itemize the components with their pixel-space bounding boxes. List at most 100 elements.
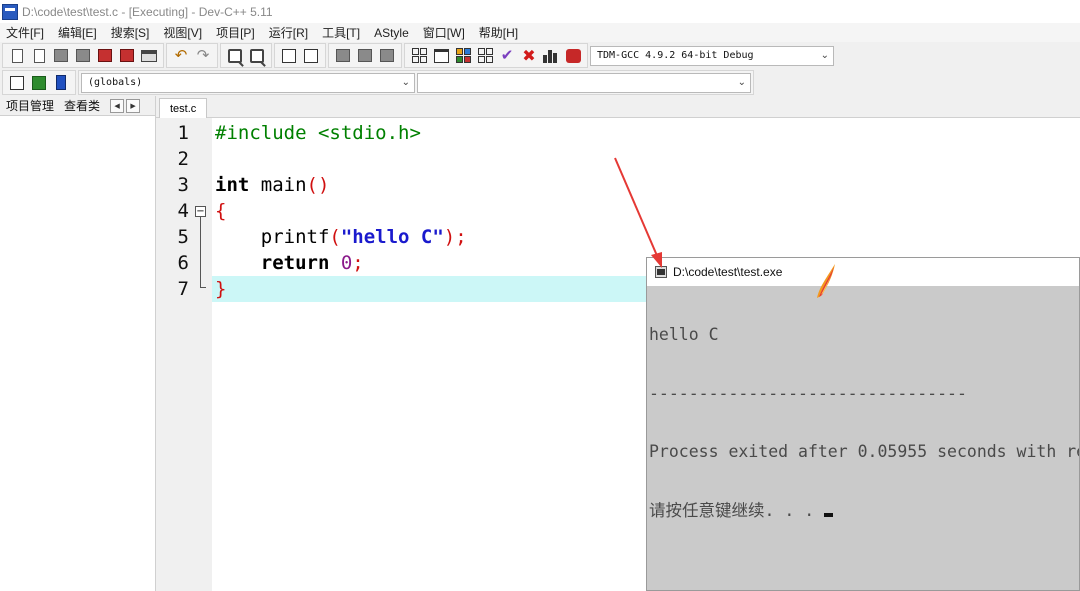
chevron-down-icon: ⌄ [820,50,829,61]
menu-search[interactable]: 搜索[S] [111,24,150,41]
class-toolbar-group [2,70,76,95]
bookmark-icon [56,75,66,90]
menu-window[interactable]: 窗口[W] [423,24,465,41]
console-title: D:\code\test\test.exe [673,265,783,279]
goto-icon [32,75,46,90]
misc-toolbar-group [274,43,326,68]
code-token: "hello C" [340,226,444,248]
tab-project-manager[interactable]: 项目管理 [0,97,58,114]
code-token: #include <stdio.h> [215,122,421,144]
scope-select[interactable]: (globals) ⌄ [81,72,415,93]
open-file-button[interactable] [29,46,49,66]
redo-button[interactable]: ↷ [193,46,213,66]
line-number: 1 [177,122,189,144]
rebuild-all-icon [477,48,493,63]
debug-icon [565,48,581,63]
find-button[interactable] [225,46,245,66]
fold-collapse-icon[interactable]: − [195,206,206,217]
code-token: 0 [340,252,353,274]
undo-button[interactable]: ↶ [171,46,191,66]
line-number: 2 [177,148,189,170]
goto-button[interactable] [29,73,49,93]
close-all-button[interactable] [117,46,137,66]
search-toolbar-group [220,43,272,68]
save-icon [54,49,68,62]
menu-file[interactable]: 文件[F] [6,24,44,41]
chevron-down-icon: ⌄ [737,77,746,88]
compiler-select-value: TDM-GCC 4.9.2 64-bit Debug [597,50,754,61]
compile-run-icon [455,48,471,63]
compile-button[interactable] [409,46,429,66]
save-all-button[interactable] [73,46,93,66]
tab-test-c[interactable]: test.c [159,98,208,118]
run-icon [433,48,449,63]
save-button[interactable] [51,46,71,66]
goto-line-button[interactable] [279,46,299,66]
code-token: printf [215,226,330,248]
console-output-line: hello C [649,325,719,344]
console-app-icon [655,266,667,278]
run-button[interactable] [431,46,451,66]
console-separator: -------------------------------- [649,383,967,403]
replace-icon [250,48,264,63]
tab-class-browser[interactable]: 查看类 [58,97,104,114]
title-bar: D:\code\test\test.c - [Executing] - Dev-… [0,0,1080,23]
project-options-button[interactable] [377,46,397,66]
console-window[interactable]: D:\code\test\test.exe hello C ----------… [646,257,1080,591]
menu-tools[interactable]: 工具[T] [322,24,360,41]
close-file-icon [98,49,112,62]
code-line: { [215,198,226,224]
close-button[interactable] [95,46,115,66]
profile-button[interactable] [541,46,561,66]
profile-chart-icon [543,49,559,63]
add-to-project-button[interactable] [333,46,353,66]
scroll-right-icon[interactable]: ▶ [126,98,141,113]
save-all-icon [76,49,90,62]
goto-line-icon [282,48,296,63]
compile-run-button[interactable] [453,46,473,66]
indent-icon [304,48,318,63]
project-panel-tabs: 项目管理 查看类 ◀ ▶ [0,96,155,116]
replace-button[interactable] [247,46,267,66]
menu-astyle[interactable]: AStyle [374,26,409,40]
menu-project[interactable]: 项目[P] [216,24,255,41]
console-title-bar[interactable]: D:\code\test\test.exe [647,258,1079,298]
chevron-down-icon: ⌄ [401,77,410,88]
rebuild-all-button[interactable] [475,46,495,66]
scope-select-value: (globals) [88,77,143,88]
new-file-button[interactable] [7,46,27,66]
compiler-select[interactable]: TDM-GCC 4.9.2 64-bit Debug ⌄ [590,45,834,66]
scroll-left-icon[interactable]: ◀ [110,98,125,113]
insert-button[interactable] [7,73,27,93]
compile-icon [411,48,427,63]
code-line: printf("hello C"); [215,224,467,250]
console-output-line: Process exited after 0.05955 seconds wit… [649,442,1080,461]
press-any-key-text: 请按任意键继续. . . [649,500,825,520]
code-token: } [215,278,227,300]
remove-from-project-icon [358,49,372,62]
indent-button[interactable] [301,46,321,66]
code-line: int main() [215,172,329,198]
stop-execution-button[interactable]: ✖ [519,46,539,66]
redo-icon: ↷ [196,46,210,64]
bookmark-button[interactable] [51,73,71,93]
menu-edit[interactable]: 编辑[E] [58,24,97,41]
insert-icon [10,75,24,90]
devcpp-app-icon [2,3,18,20]
syntax-check-button[interactable]: ✔ [497,46,517,66]
symbol-select[interactable]: ⌄ [417,72,751,93]
close-all-icon [120,49,134,62]
menu-view[interactable]: 视图[V] [163,24,202,41]
remove-from-project-button[interactable] [355,46,375,66]
editor-tab-bar: test.c [156,96,1080,118]
code-token: () [306,174,330,196]
class-toolbar: (globals) ⌄ ⌄ [2,69,756,96]
menu-help[interactable]: 帮助[H] [479,24,518,41]
window-title: D:\code\test\test.c - [Executing] - Dev-… [22,4,273,19]
console-output: hello C --------------------------------… [649,286,1079,559]
debug-button[interactable] [563,46,583,66]
menu-run[interactable]: 运行[R] [269,24,308,41]
print-button[interactable] [139,46,159,66]
stop-icon: ✖ [522,45,536,65]
